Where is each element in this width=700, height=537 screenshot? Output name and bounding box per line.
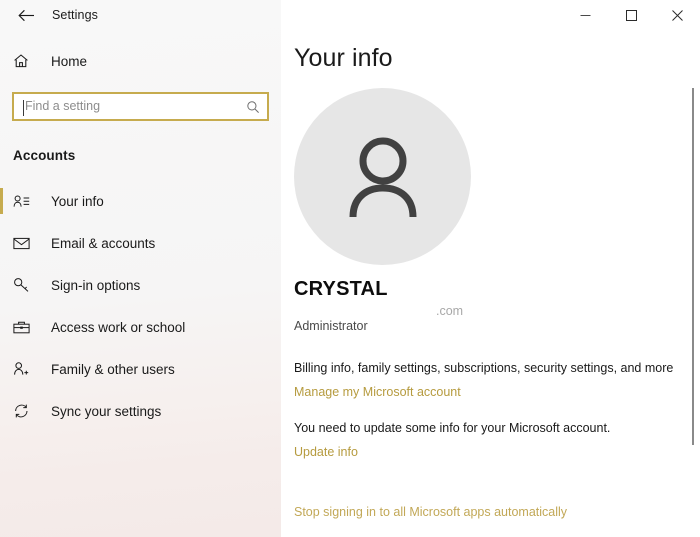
sidebar-item-label: Email & accounts <box>51 235 156 251</box>
sidebar-item-your-info[interactable]: Your info <box>0 180 281 222</box>
person-avatar-icon <box>349 137 416 217</box>
sidebar-nav-list: Your info Email & accounts Sign-in optio… <box>0 180 281 432</box>
account-role: Administrator <box>294 319 368 333</box>
main-content-inner: Your info CRYSTAL .com Administrator Bil… <box>281 0 700 521</box>
billing-info-text: Billing info, family settings, subscript… <box>294 361 674 375</box>
sidebar-item-label: Family & other users <box>51 361 175 377</box>
update-notice-text: You need to update some info for your Mi… <box>294 421 611 435</box>
key-icon <box>13 277 35 293</box>
account-name: CRYSTAL <box>294 278 388 300</box>
briefcase-icon <box>13 320 35 335</box>
sidebar-item-home[interactable]: Home <box>0 44 281 78</box>
avatar[interactable] <box>294 88 471 265</box>
back-button[interactable] <box>6 0 46 31</box>
search-box[interactable] <box>12 92 269 121</box>
vertical-scrollbar[interactable] <box>692 88 694 445</box>
window-controls <box>562 0 700 31</box>
main-content: Your info CRYSTAL .com Administrator Bil… <box>281 0 700 537</box>
sidebar-item-label: Sync your settings <box>51 403 162 419</box>
sidebar-item-label: Sign-in options <box>51 277 141 293</box>
contact-card-icon <box>13 194 35 209</box>
sidebar-item-label: Access work or school <box>51 319 186 335</box>
stop-signing-in-link[interactable]: Stop signing in to all Microsoft apps au… <box>294 505 567 519</box>
sidebar: Home Accounts <box>0 0 281 537</box>
close-button[interactable] <box>654 0 700 31</box>
sidebar-item-email-accounts[interactable]: Email & accounts <box>0 222 281 264</box>
person-add-icon <box>13 361 35 377</box>
sync-icon <box>13 403 35 419</box>
update-info-link[interactable]: Update info <box>294 445 700 459</box>
minimize-button[interactable] <box>562 0 608 31</box>
sidebar-content: Home Accounts <box>0 0 281 432</box>
page-title: Your info <box>294 44 393 72</box>
sidebar-item-access-work-school[interactable]: Access work or school <box>0 306 281 348</box>
sidebar-section-title: Accounts <box>13 148 76 163</box>
text-caret <box>23 100 24 116</box>
sidebar-item-sign-in-options[interactable]: Sign-in options <box>0 264 281 306</box>
home-icon <box>13 53 35 69</box>
account-email: .com <box>436 304 464 318</box>
search-input[interactable] <box>14 94 267 119</box>
envelope-icon <box>13 236 35 250</box>
sidebar-item-sync-your-settings[interactable]: Sync your settings <box>0 390 281 432</box>
sidebar-item-family-other-users[interactable]: Family & other users <box>0 348 281 390</box>
search-icon[interactable] <box>246 100 260 114</box>
app-title: Settings <box>52 8 98 22</box>
maximize-button[interactable] <box>608 0 654 31</box>
sidebar-item-label: Your info <box>51 193 104 209</box>
sidebar-home-label: Home <box>51 53 88 69</box>
manage-microsoft-account-link[interactable]: Manage my Microsoft account <box>294 385 700 399</box>
settings-window: Home Accounts <box>0 0 700 537</box>
